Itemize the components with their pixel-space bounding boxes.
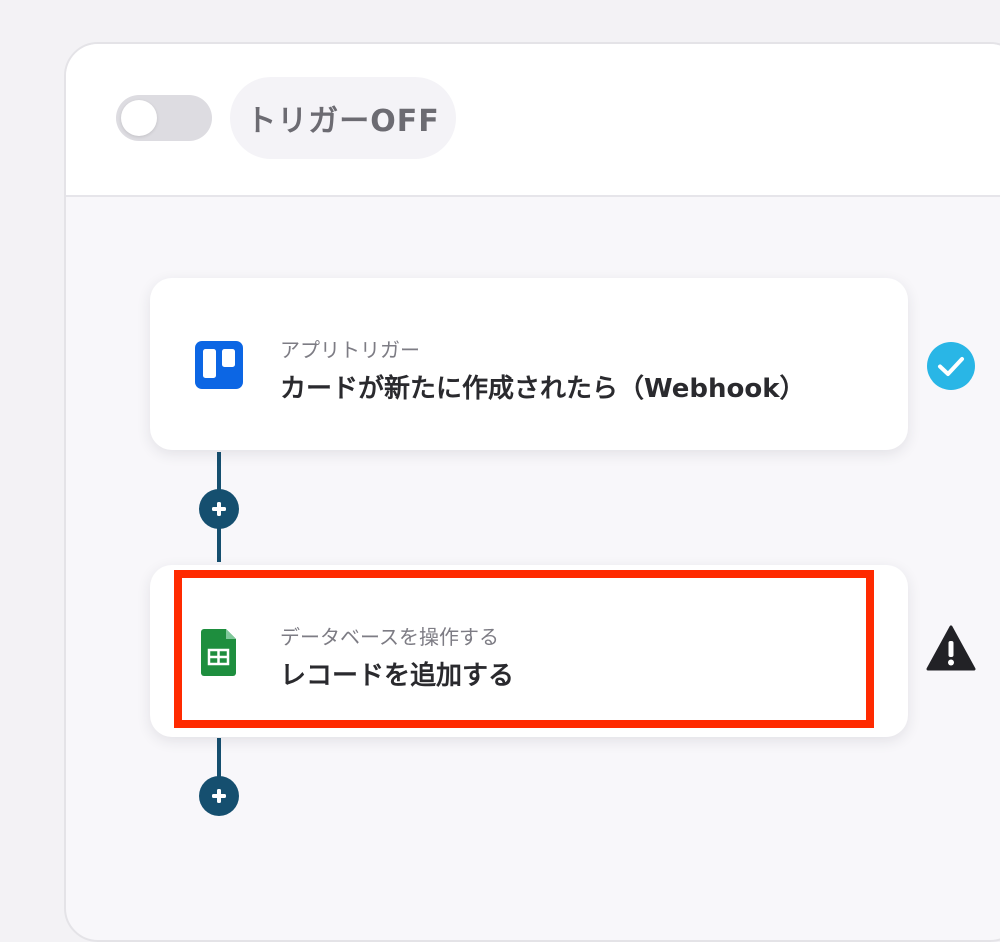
warning-icon xyxy=(926,625,976,671)
trigger-status-label: トリガーOFF xyxy=(246,104,440,139)
step-category: アプリトリガー xyxy=(280,338,420,362)
step-title: カードが新たに作成されたら（Webhook） xyxy=(280,374,806,404)
plus-icon xyxy=(212,502,226,516)
step-title: レコードを追加する xyxy=(280,661,515,691)
trigger-toggle[interactable] xyxy=(116,95,212,141)
step-card-trigger[interactable]: アプリトリガー カードが新たに作成されたら（Webhook） xyxy=(150,278,908,450)
step-card-action[interactable]: データベースを操作する レコードを追加する xyxy=(150,565,908,737)
plus-icon xyxy=(212,789,226,803)
google-sheets-icon xyxy=(201,629,236,676)
step-category: データベースを操作する xyxy=(280,625,499,649)
workflow-panel: トリガーOFF アプリトリガー カードが新たに作成されたら（Webhook） デ… xyxy=(64,42,1000,942)
toggle-knob xyxy=(121,100,157,136)
trigger-status-badge: トリガーOFF xyxy=(230,77,456,159)
add-step-button[interactable] xyxy=(199,776,239,816)
check-circle-icon xyxy=(927,342,975,390)
panel-header: トリガーOFF xyxy=(66,44,1000,197)
add-step-button[interactable] xyxy=(199,489,239,529)
trello-icon xyxy=(195,341,243,389)
